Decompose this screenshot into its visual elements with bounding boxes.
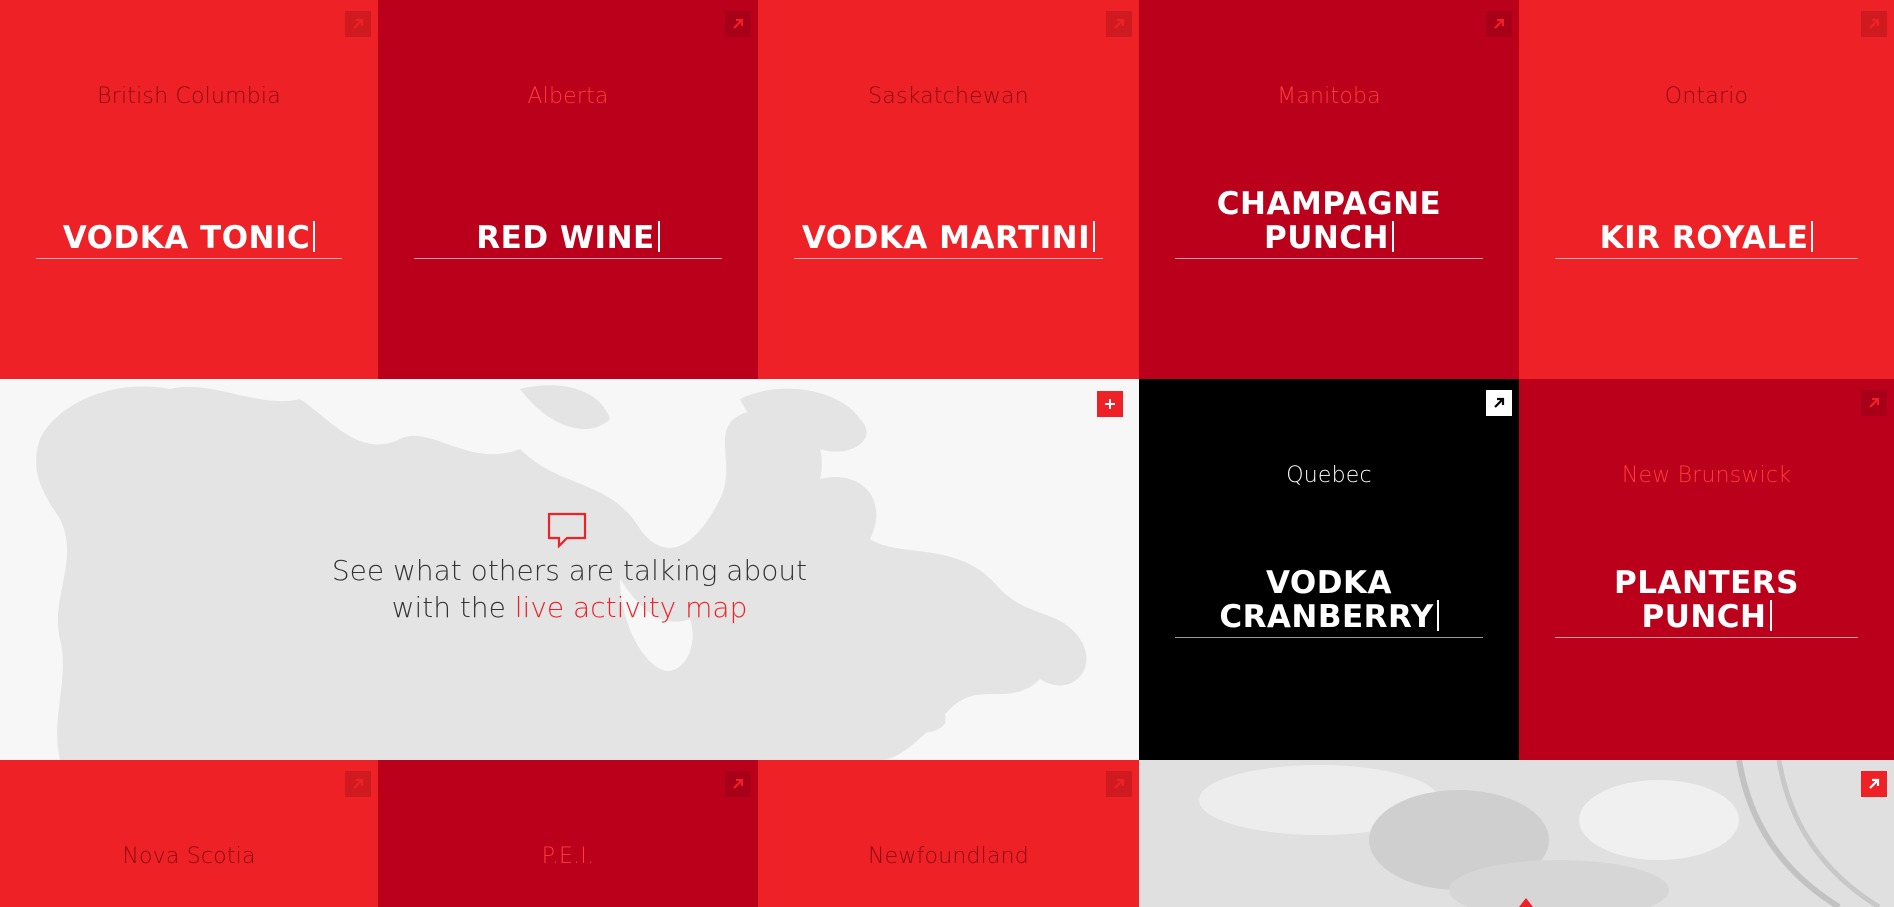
- tile-pei[interactable]: P.E.I.: [378, 760, 758, 907]
- drink-name: PLANTERS PUNCH: [1614, 565, 1799, 635]
- tile-saskatchewan[interactable]: Saskatchewan VODKA MARTINI: [758, 0, 1139, 379]
- drink-field: PLANTERS PUNCH: [1555, 519, 1858, 638]
- text-caret: [1769, 600, 1772, 631]
- map-promo-line2: with the live activity map: [391, 591, 748, 624]
- speech-bubble-icon: [547, 512, 587, 549]
- live-activity-map-link[interactable]: live activity map: [515, 591, 748, 624]
- activity-map-promo[interactable]: See what others are talking about with t…: [0, 379, 1139, 760]
- province-name: New Brunswick: [1621, 463, 1792, 488]
- drink-field: VODKA CRANBERRY: [1175, 519, 1483, 638]
- external-link-icon[interactable]: [1486, 11, 1512, 37]
- tile-new-brunswick[interactable]: New Brunswick PLANTERS PUNCH: [1519, 379, 1894, 760]
- province-drink-grid: British Columbia VODKA TONIC Alberta RED…: [0, 0, 1894, 907]
- province-name: Quebec: [1286, 463, 1372, 488]
- province-name: Nova Scotia: [122, 844, 256, 869]
- external-link-icon[interactable]: [725, 771, 751, 797]
- drink-name: VODKA CRANBERRY: [1219, 566, 1439, 637]
- drink-name: CHAMPAGNE PUNCH: [1216, 186, 1442, 256]
- external-link-icon[interactable]: [345, 11, 371, 37]
- province-name: Alberta: [527, 84, 609, 109]
- province-name: Ontario: [1664, 84, 1749, 109]
- text-caret: [1392, 221, 1395, 252]
- province-name: Manitoba: [1277, 84, 1381, 109]
- drink-name: VODKA MARTINI: [802, 221, 1096, 258]
- text-caret: [657, 221, 660, 252]
- drink-field: CHAMPAGNE PUNCH: [1175, 140, 1483, 259]
- tile-nova-scotia[interactable]: Nova Scotia: [0, 760, 378, 907]
- drink-name: VODKA TONIC: [63, 221, 316, 258]
- map-promo-line1: See what others are talking about: [331, 554, 808, 587]
- text-caret: [1811, 221, 1814, 252]
- map-promo-text: See what others are talking about with t…: [0, 552, 1139, 626]
- photo-tile[interactable]: [1139, 760, 1894, 907]
- cocktail-photo: [1139, 760, 1894, 907]
- tile-british-columbia[interactable]: British Columbia VODKA TONIC: [0, 0, 378, 379]
- drink-name: KIR ROYALE: [1600, 221, 1814, 258]
- external-link-icon[interactable]: [1486, 390, 1512, 416]
- tile-alberta[interactable]: Alberta RED WINE: [378, 0, 758, 379]
- drink-field: KIR ROYALE: [1555, 140, 1858, 259]
- drink-field: RED WINE: [414, 140, 722, 259]
- province-name: Newfoundland: [868, 844, 1029, 869]
- tile-newfoundland[interactable]: Newfoundland: [758, 760, 1139, 907]
- province-name: British Columbia: [97, 84, 281, 109]
- drink-field: VODKA MARTINI: [794, 140, 1103, 259]
- drink-field: VODKA TONIC: [36, 140, 342, 259]
- plus-icon[interactable]: [1097, 391, 1123, 417]
- external-link-icon[interactable]: [1106, 11, 1132, 37]
- province-name: Saskatchewan: [868, 84, 1029, 109]
- external-link-icon[interactable]: [1106, 771, 1132, 797]
- province-name: P.E.I.: [541, 844, 595, 869]
- external-link-icon[interactable]: [345, 771, 371, 797]
- text-caret: [313, 221, 316, 252]
- drink-name: RED WINE: [476, 221, 660, 258]
- text-caret: [1436, 600, 1439, 631]
- text-caret: [1093, 221, 1096, 252]
- external-link-icon[interactable]: [1861, 11, 1887, 37]
- tile-manitoba[interactable]: Manitoba CHAMPAGNE PUNCH: [1139, 0, 1519, 379]
- external-link-icon[interactable]: [1861, 390, 1887, 416]
- tile-ontario[interactable]: Ontario KIR ROYALE: [1519, 0, 1894, 379]
- external-link-icon[interactable]: [1861, 771, 1887, 797]
- external-link-icon[interactable]: [725, 11, 751, 37]
- tile-quebec[interactable]: Quebec VODKA CRANBERRY: [1139, 379, 1519, 760]
